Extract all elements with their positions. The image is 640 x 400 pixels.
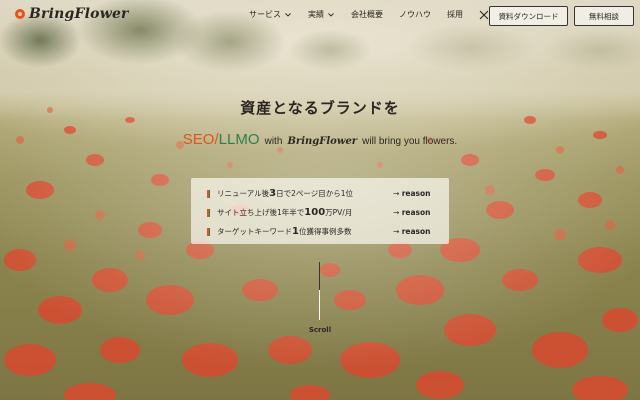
nav-item-label: ノウハウ — [399, 10, 431, 19]
subtitle-with: with — [264, 136, 283, 147]
reason-link[interactable]: → reason — [393, 208, 431, 217]
download-materials-button[interactable]: 資料ダウンロード — [489, 6, 568, 26]
row-marker — [207, 227, 210, 236]
scroll-line-progress — [319, 262, 320, 290]
subtitle-brand: BringFlower — [287, 136, 358, 147]
x-icon[interactable] — [479, 10, 489, 20]
subtitle-seo: SEO — [182, 131, 215, 148]
reason-link[interactable]: → reason — [393, 189, 431, 198]
site-header: BringFlower サービス 実績 会社概要 ノウハウ 採用 資料ダウンロー… — [0, 0, 640, 32]
nav-item-label: 採用 — [447, 10, 463, 19]
hero-subtitle: SEO/LLMO with BringFlower will bring you… — [0, 129, 640, 148]
free-consultation-button[interactable]: 無料相談 — [574, 6, 634, 26]
nav-item-label: 会社概要 — [351, 10, 383, 19]
site-logo[interactable]: BringFlower — [14, 6, 129, 22]
nav-item-label: サービス — [249, 10, 281, 19]
nav-item-company[interactable]: 会社概要 — [351, 9, 383, 20]
results-card: リニューアル後3日で2ページ目から1位 → reason サイト立ち上げ後1年半… — [191, 178, 449, 244]
row-marker — [207, 208, 210, 217]
subtitle-llmo: LLMO — [218, 131, 260, 148]
result-row: リニューアル後3日で2ページ目から1位 → reason — [207, 184, 433, 203]
scroll-label[interactable]: Scroll — [300, 326, 340, 334]
hero-title: 資産となるブランドを — [240, 99, 400, 117]
row-marker — [207, 189, 210, 198]
reason-link[interactable]: → reason — [393, 227, 431, 236]
nav-item-results[interactable]: 実績 — [308, 9, 335, 20]
result-text: リニューアル後3日で2ページ目から1位 — [217, 188, 353, 199]
logo-text: BringFlower — [29, 6, 129, 22]
result-row: ターゲットキーワード1位獲得事例多数 → reason — [207, 222, 433, 241]
subtitle-tail: will bring you flowers. — [362, 136, 458, 147]
result-text: ターゲットキーワード1位獲得事例多数 — [217, 226, 352, 237]
result-row: サイト立ち上げ後1年半で100万PV/月 → reason — [207, 203, 433, 222]
nav-item-knowhow[interactable]: ノウハウ — [399, 9, 431, 20]
main-nav: サービス 実績 会社概要 ノウハウ 採用 — [249, 9, 503, 20]
result-text: サイト立ち上げ後1年半で100万PV/月 — [217, 207, 353, 218]
flower-logo-icon — [15, 9, 25, 19]
nav-item-services[interactable]: サービス — [249, 9, 292, 20]
nav-item-label: 実績 — [308, 10, 324, 19]
chevron-down-icon — [285, 12, 291, 17]
nav-item-recruit[interactable]: 採用 — [447, 9, 463, 20]
chevron-down-icon — [328, 12, 334, 17]
